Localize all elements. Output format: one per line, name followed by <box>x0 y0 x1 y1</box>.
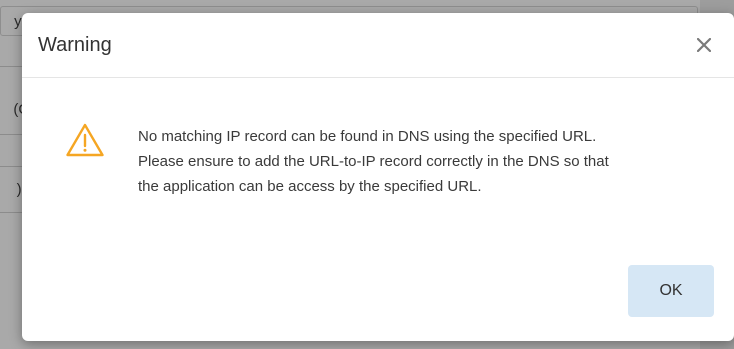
close-button[interactable] <box>690 31 718 59</box>
warning-message: No matching IP record can be found in DN… <box>138 124 708 199</box>
ok-button[interactable]: OK <box>628 265 714 317</box>
dialog-body: No matching IP record can be found in DN… <box>22 78 734 238</box>
dialog-title: Warning <box>38 34 112 56</box>
message-line: the application can be access by the spe… <box>138 178 482 195</box>
warning-dialog: Warning No matching IP record can be fou… <box>22 13 734 341</box>
message-line: Please ensure to add the URL-to-IP recor… <box>138 153 609 170</box>
dialog-header: Warning <box>22 13 734 78</box>
warning-triangle-icon <box>66 123 104 157</box>
message-line: No matching IP record can be found in DN… <box>138 128 597 145</box>
close-icon <box>697 38 711 52</box>
